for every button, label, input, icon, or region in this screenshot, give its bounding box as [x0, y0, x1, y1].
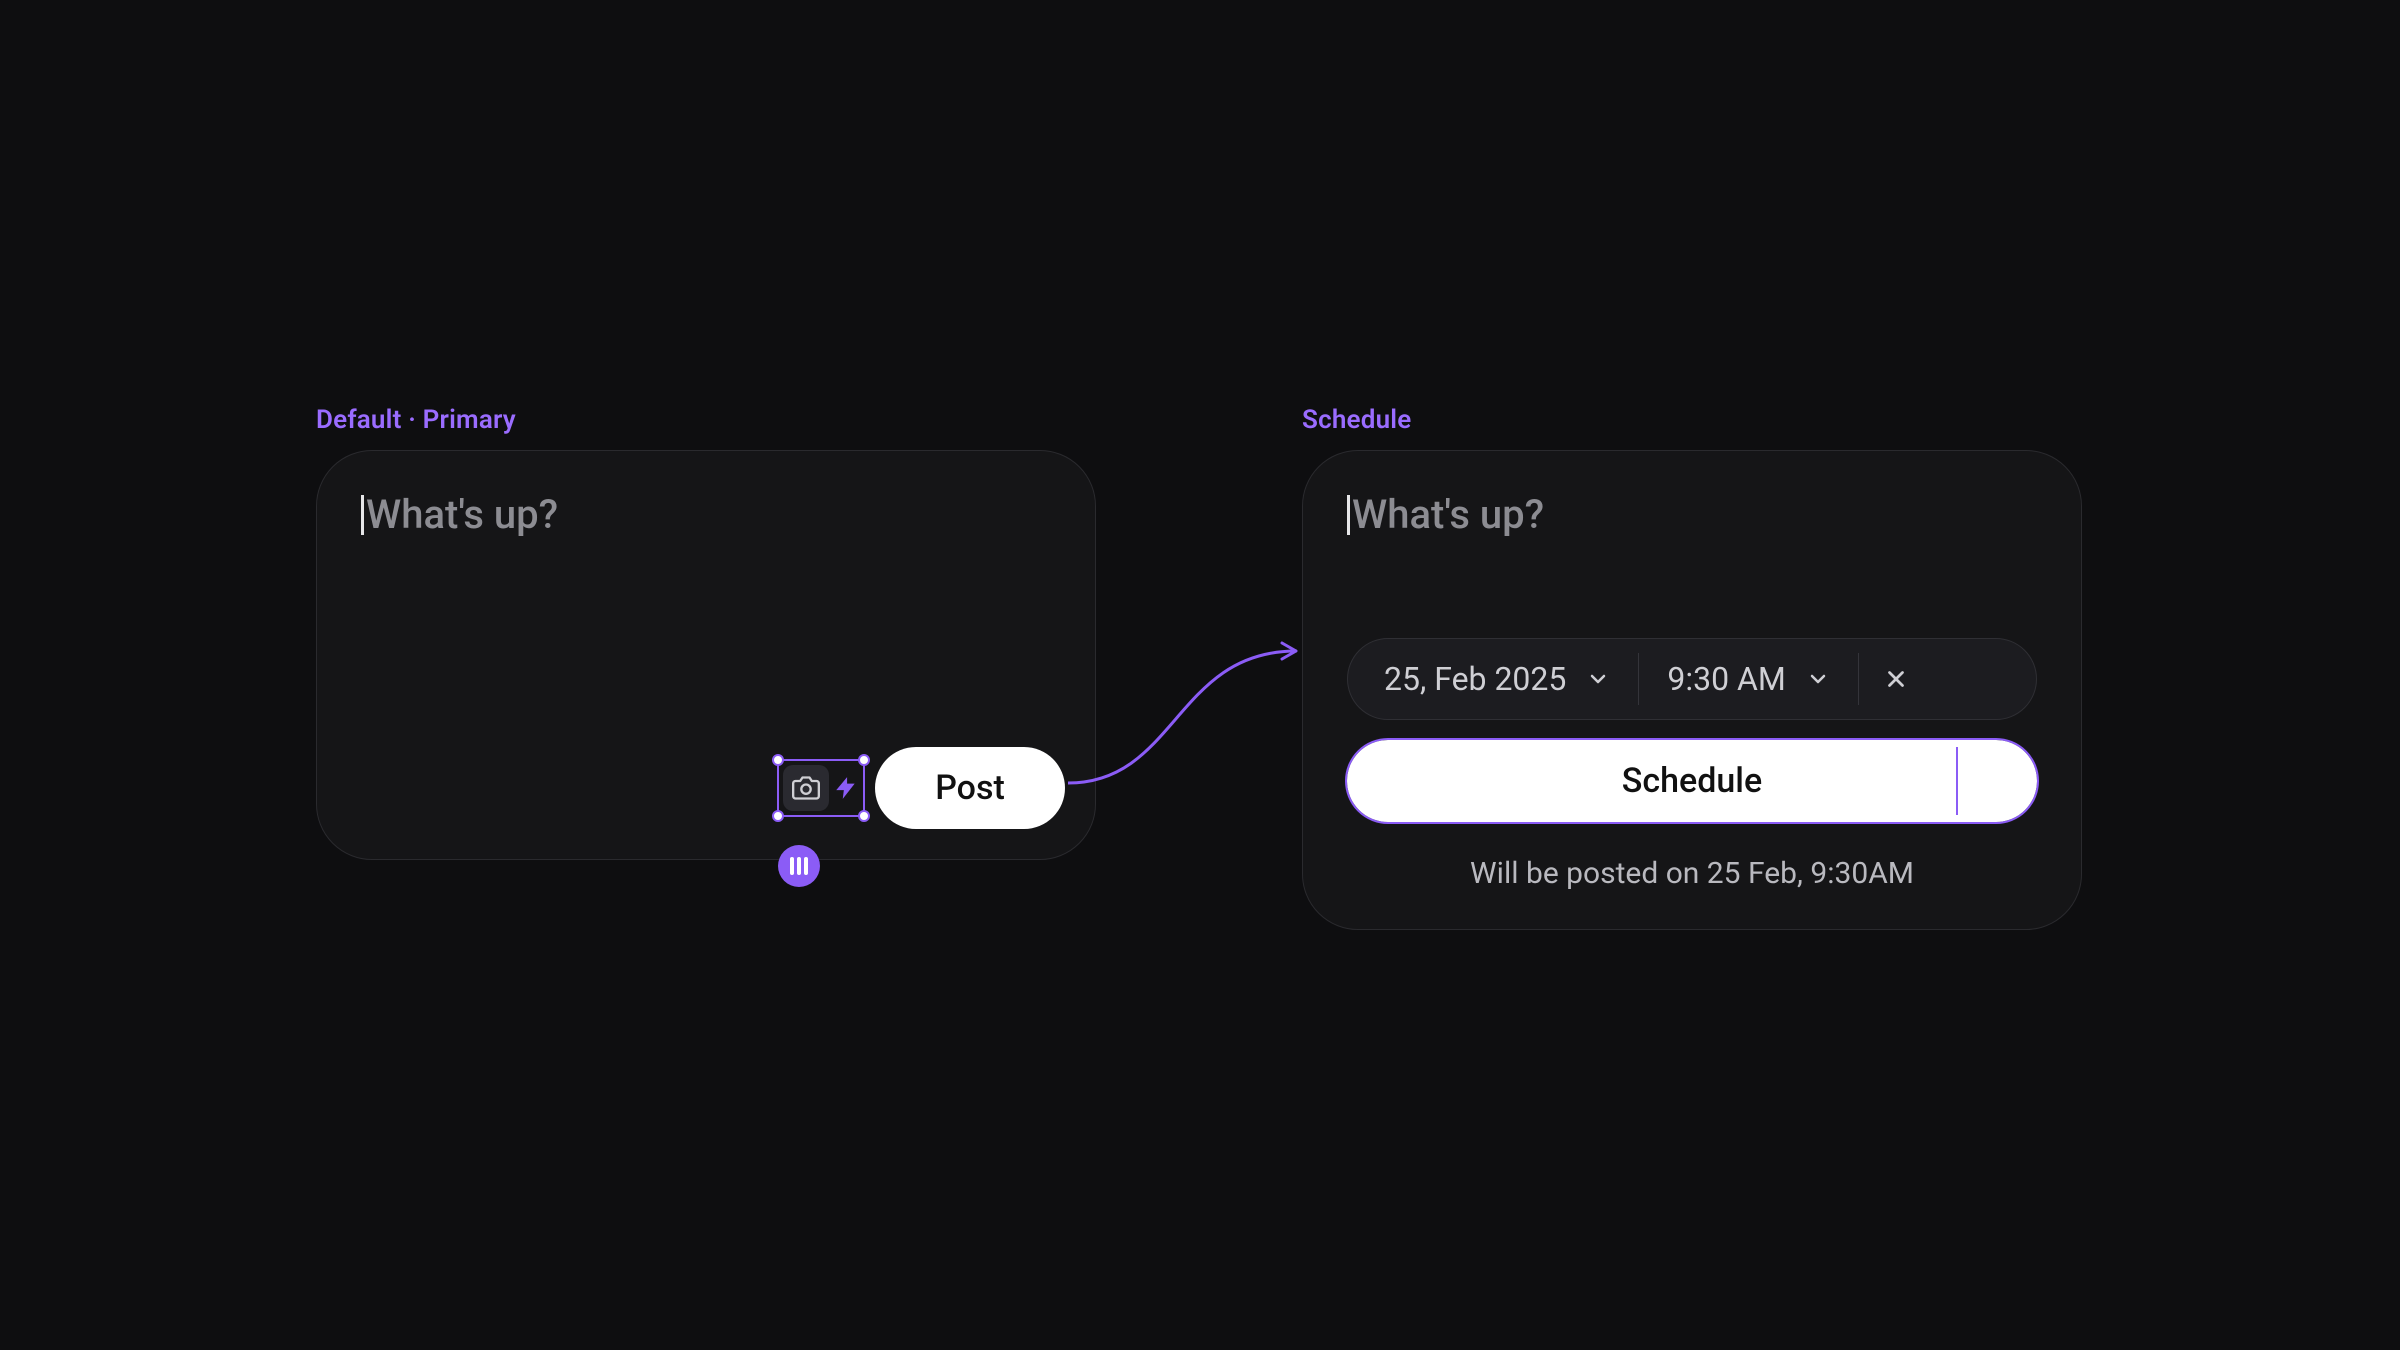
composer-card-default: What's up? — [316, 450, 1096, 860]
clear-schedule-button[interactable] — [1859, 639, 1933, 719]
date-picker[interactable]: 25, Feb 2025 — [1356, 639, 1638, 719]
selection-handle[interactable] — [858, 754, 870, 766]
camera-icon[interactable] — [783, 765, 829, 811]
composer-input-row[interactable]: What's up? — [1347, 491, 2037, 538]
chevron-down-icon — [1586, 667, 1610, 691]
composer-input-row[interactable]: What's up? — [361, 491, 1051, 538]
selection-bounding-box[interactable] — [777, 759, 865, 817]
selection-handle[interactable] — [772, 754, 784, 766]
time-picker[interactable]: 9:30 AM — [1639, 639, 1857, 719]
flow-connector-arrow — [1066, 637, 1314, 785]
schedule-button-label: Schedule — [1622, 761, 1762, 801]
schedule-datetime-row: 25, Feb 2025 9:30 AM — [1347, 638, 2037, 720]
post-button-label: Post — [935, 768, 1005, 808]
schedule-note: Will be posted on 25 Feb, 9:30AM — [1347, 856, 2037, 891]
date-value: 25, Feb 2025 — [1384, 660, 1566, 698]
frame-label-schedule: Schedule — [1302, 405, 1411, 435]
lightning-icon[interactable] — [833, 775, 859, 801]
composer-placeholder: What's up? — [1352, 491, 1544, 538]
selection-handle[interactable] — [772, 810, 784, 822]
time-value: 9:30 AM — [1667, 660, 1785, 698]
variants-badge-icon[interactable] — [778, 845, 820, 887]
close-icon — [1883, 666, 1909, 692]
text-cursor — [1347, 495, 1350, 535]
schedule-button[interactable]: Schedule — [1347, 740, 2037, 822]
composer-card-schedule: What's up? 25, Feb 2025 9:30 AM — [1302, 450, 2082, 930]
text-cursor — [361, 495, 364, 535]
chevron-down-icon — [1806, 667, 1830, 691]
post-button[interactable]: Post — [875, 747, 1065, 829]
composer-placeholder: What's up? — [366, 491, 558, 538]
frame-label-default-primary: Default · Primary — [316, 405, 516, 435]
selection-handle[interactable] — [858, 810, 870, 822]
